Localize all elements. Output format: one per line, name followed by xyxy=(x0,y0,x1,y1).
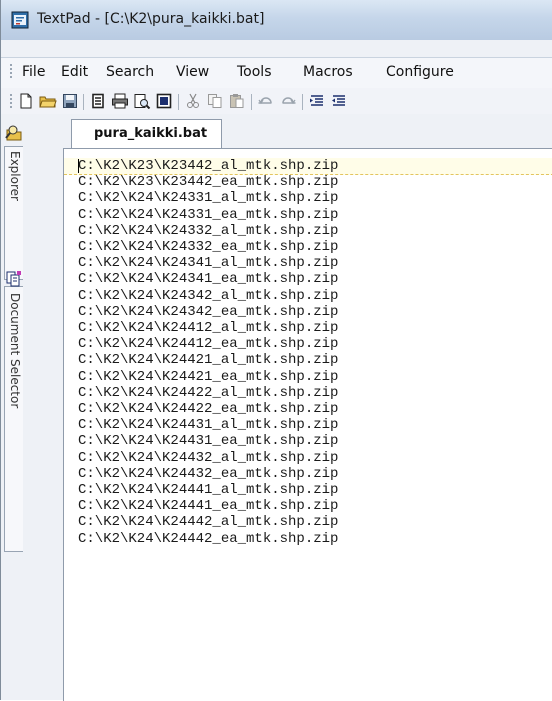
toolbar-separator xyxy=(83,94,84,110)
menubar-grip[interactable] xyxy=(10,64,12,80)
editor-line[interactable]: C:\K2\K23\K23442_al_mtk.shp.zip xyxy=(78,158,338,174)
menu-macros[interactable]: Macros xyxy=(303,64,353,80)
text-editor[interactable]: C:\K2\K23\K23442_al_mtk.shp.zip C:\K2\K23… xyxy=(63,148,552,701)
new-file-icon[interactable] xyxy=(17,93,35,109)
editor-line[interactable]: C:\K2\K24\K24421_ea_mtk.shp.zip xyxy=(78,369,338,385)
editor-line[interactable]: C:\K2\K24\K24441_ea_mtk.shp.zip xyxy=(78,498,338,514)
paste-icon[interactable] xyxy=(228,93,246,109)
document-tab-label: pura_kaikki.bat xyxy=(94,126,208,141)
toolbar-separator xyxy=(178,94,179,110)
document-selector-tab-label: Document Selector xyxy=(8,293,22,409)
document-selector-tab[interactable]: Document Selector xyxy=(4,271,23,552)
toolbar-separator xyxy=(302,94,303,110)
editor-line[interactable]: C:\K2\K24\K24431_al_mtk.shp.zip xyxy=(78,417,338,433)
editor-line[interactable]: C:\K2\K24\K24422_al_mtk.shp.zip xyxy=(78,385,338,401)
editor-line[interactable]: C:\K2\K24\K24421_al_mtk.shp.zip xyxy=(78,352,338,368)
toolbar xyxy=(1,88,552,114)
editor-line[interactable]: C:\K2\K23\K23442_ea_mtk.shp.zip xyxy=(78,174,338,190)
window-title: TextPad - [C:\K2\pura_kaikki.bat] xyxy=(37,11,265,27)
editor-line[interactable]: C:\K2\K24\K24342_al_mtk.shp.zip xyxy=(78,288,338,304)
explorer-icon xyxy=(5,124,23,146)
editor-line[interactable]: C:\K2\K24\K24342_ea_mtk.shp.zip xyxy=(78,304,338,320)
open-folder-icon[interactable] xyxy=(39,93,57,109)
editor-line[interactable]: C:\K2\K24\K24442_al_mtk.shp.zip xyxy=(78,514,338,530)
undo-icon[interactable] xyxy=(257,93,275,109)
outdent-icon[interactable] xyxy=(330,93,348,109)
editor-line[interactable]: C:\K2\K24\K24441_al_mtk.shp.zip xyxy=(78,482,338,498)
editor-line[interactable]: C:\K2\K24\K24442_ea_mtk.shp.zip xyxy=(78,531,338,547)
side-panel: Explorer Document Selector xyxy=(1,125,25,700)
explorer-tab-label: Explorer xyxy=(8,151,22,201)
indent-icon[interactable] xyxy=(308,93,326,109)
editor-line[interactable]: C:\K2\K24\K24422_ea_mtk.shp.zip xyxy=(78,401,338,417)
redo-icon[interactable] xyxy=(279,93,297,109)
editor-line[interactable]: C:\K2\K24\K24332_al_mtk.shp.zip xyxy=(78,223,338,239)
editor-line[interactable]: C:\K2\K24\K24341_ea_mtk.shp.zip xyxy=(78,271,338,287)
menu-view[interactable]: View xyxy=(176,64,209,80)
editor-line[interactable]: C:\K2\K24\K24332_ea_mtk.shp.zip xyxy=(78,239,338,255)
explorer-tab[interactable]: Explorer xyxy=(4,125,23,280)
editor-line[interactable]: C:\K2\K24\K24412_ea_mtk.shp.zip xyxy=(78,336,338,352)
toolbar-grip[interactable] xyxy=(10,94,12,110)
document-selector-icon xyxy=(5,270,23,292)
title-bar[interactable]: TextPad - [C:\K2\pura_kaikki.bat] xyxy=(1,0,552,40)
menu-search[interactable]: Search xyxy=(106,64,154,80)
menu-edit[interactable]: Edit xyxy=(61,64,88,80)
textpad-app-icon[interactable] xyxy=(11,11,29,29)
editor-line[interactable]: C:\K2\K24\K24432_ea_mtk.shp.zip xyxy=(78,466,338,482)
menu-configure[interactable]: Configure xyxy=(386,64,454,80)
menu-bar: File Edit Search View Tools Macros Confi… xyxy=(1,57,552,88)
menu-file[interactable]: File xyxy=(22,64,45,80)
print-icon[interactable] xyxy=(111,93,129,109)
document-tab[interactable]: pura_kaikki.bat xyxy=(71,119,223,148)
copy-icon[interactable] xyxy=(206,93,224,109)
save-icon[interactable] xyxy=(61,93,79,109)
editor-line[interactable]: C:\K2\K24\K24412_al_mtk.shp.zip xyxy=(78,320,338,336)
toolbar-separator xyxy=(251,94,252,110)
editor-line[interactable]: C:\K2\K24\K24331_ea_mtk.shp.zip xyxy=(78,207,338,223)
select-all-icon[interactable] xyxy=(155,93,173,109)
manage-files-icon[interactable] xyxy=(89,93,107,109)
editor-line[interactable]: C:\K2\K24\K24331_al_mtk.shp.zip xyxy=(78,190,338,206)
print-preview-icon[interactable] xyxy=(133,93,151,109)
editor-line[interactable]: C:\K2\K24\K24341_al_mtk.shp.zip xyxy=(78,255,338,271)
editor-line[interactable]: C:\K2\K24\K24431_ea_mtk.shp.zip xyxy=(78,433,338,449)
textpad-window: TextPad - [C:\K2\pura_kaikki.bat] File E… xyxy=(0,0,552,701)
editor-line[interactable]: C:\K2\K24\K24432_al_mtk.shp.zip xyxy=(78,450,338,466)
menu-tools[interactable]: Tools xyxy=(237,64,272,80)
cut-icon[interactable] xyxy=(184,93,202,109)
